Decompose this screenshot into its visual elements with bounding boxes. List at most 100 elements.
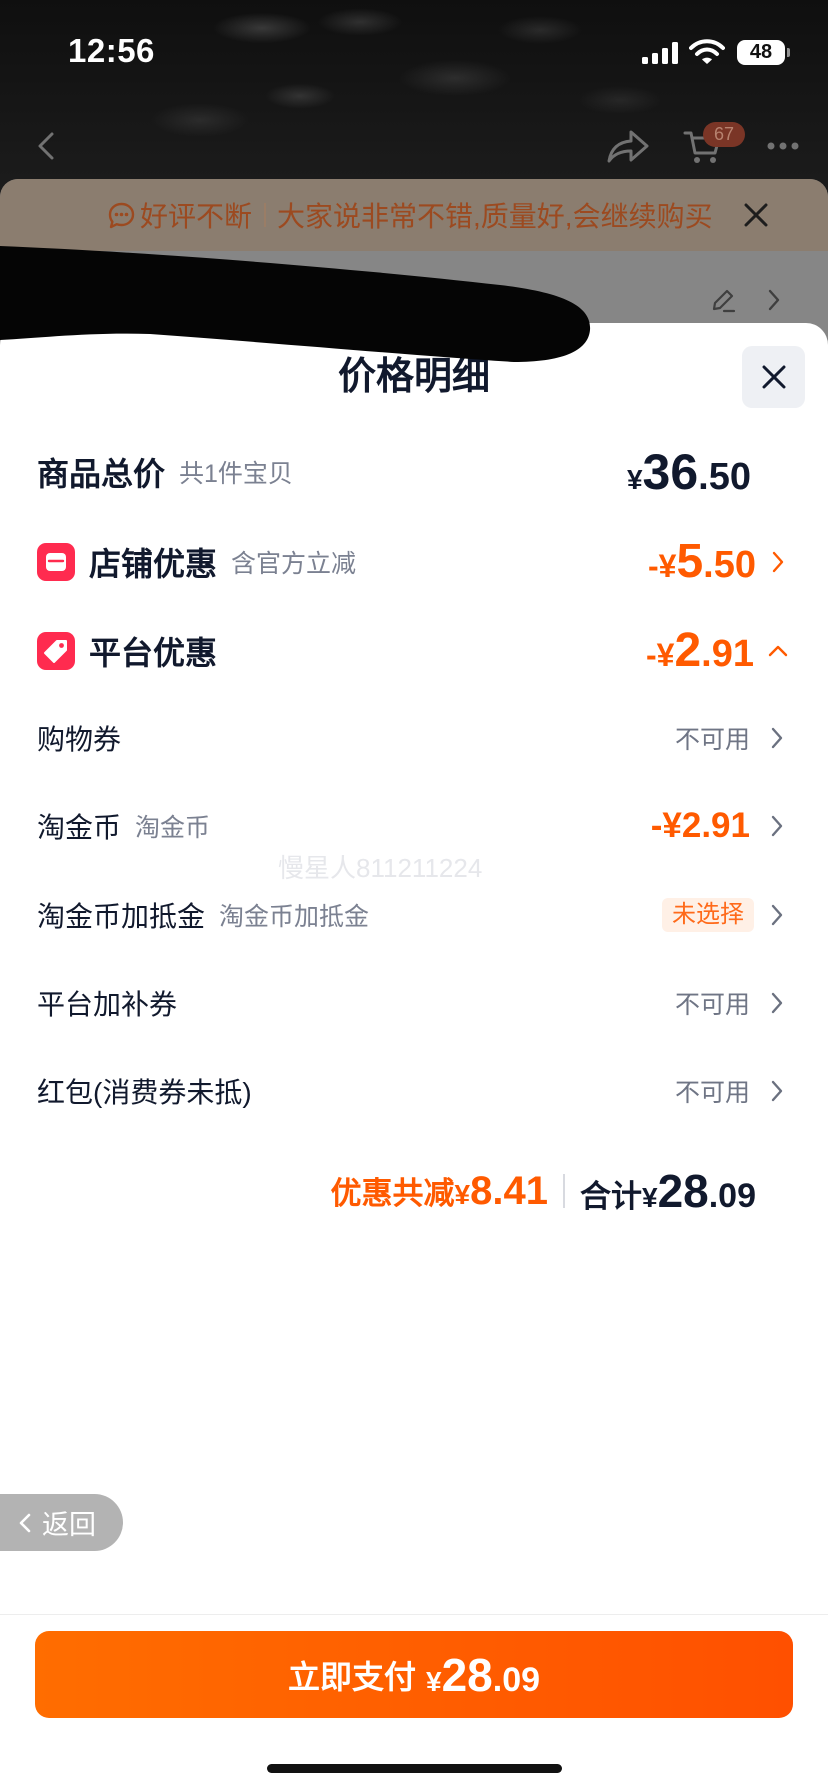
platform-item-tao-coin-credit[interactable]: 淘金币加抵金 淘金币加抵金 未选择 — [0, 883, 828, 947]
back-icon[interactable] — [36, 131, 56, 161]
pay-now-integer: 28 — [441, 1648, 493, 1701]
goods-total-row: 商品总价 共1件宝贝 ¥ 36 .50 — [0, 440, 828, 504]
grand-total-label: 合计 — [579, 1179, 642, 1214]
pay-now-currency: ¥ — [426, 1665, 442, 1697]
grand-total-integer: 28 — [657, 1165, 709, 1217]
platform-discount-right: -¥ 2 .91 — [646, 619, 754, 683]
chevron-right-icon — [771, 1080, 783, 1102]
back-pill-label: 返回 — [42, 1510, 96, 1540]
back-pill-button[interactable]: 返回 — [0, 1494, 123, 1551]
chevron-right-icon — [771, 815, 783, 837]
battery-nub — [787, 48, 790, 57]
store-discount-chevron — [772, 530, 784, 594]
review-banner-content: 好评不断 大家说非常不错,质量好,会继续购买 — [108, 179, 713, 251]
subsidy-coupon-chevron — [771, 971, 783, 1035]
red-packet-right: 不可用 — [675, 1059, 750, 1123]
grand-total-currency: ¥ — [641, 1182, 658, 1213]
goods-total-left: 商品总价 共1件宝贝 — [37, 440, 293, 504]
chevron-up-icon — [768, 645, 788, 657]
goods-total-integer: 36 — [642, 444, 699, 500]
watermark-text: 慢星人811211224 — [278, 853, 483, 883]
platform-discount-decimal: .91 — [701, 633, 754, 675]
tao-coins-right: -¥2.91 — [651, 794, 750, 858]
chevron-right-icon — [772, 551, 784, 573]
platform-item-shopping-coupon[interactable]: 购物券 不可用 — [0, 706, 828, 770]
tao-coins-label: 淘金币 — [37, 812, 122, 843]
goods-total-decimal: .50 — [698, 456, 751, 498]
chevron-right-icon — [771, 727, 783, 749]
pay-now-decimal: .09 — [492, 1660, 541, 1699]
battery-icon: 48 — [737, 40, 785, 65]
chevron-left-icon — [19, 1513, 31, 1532]
review-banner-tag: 好评不断 — [140, 201, 253, 232]
tao-coins-note: 淘金币 — [135, 814, 211, 842]
shopping-coupon-right: 不可用 — [675, 706, 750, 770]
goods-total-label: 商品总价 — [37, 456, 166, 492]
tao-coin-credit-left: 淘金币加抵金 淘金币加抵金 — [37, 883, 369, 947]
store-discount-label: 店铺优惠 — [89, 546, 218, 582]
price-detail-sheet: 价格明细 商品总价 共1件宝贝 ¥ 36 .50 店铺优惠 含官方立减 -¥ 5… — [0, 323, 828, 1792]
home-indicator[interactable] — [267, 1764, 562, 1773]
sheet-title: 价格明细 — [337, 356, 490, 398]
tag-icon — [37, 632, 75, 670]
red-packet-value: 不可用 — [674, 1079, 750, 1107]
shopping-coupon-value: 不可用 — [674, 726, 750, 754]
cellular-signal-icon — [642, 42, 678, 64]
shop-icon — [37, 543, 75, 581]
chevron-right-icon[interactable] — [768, 289, 780, 311]
edit-icon[interactable] — [710, 287, 736, 313]
footer-divider — [0, 1614, 828, 1615]
banner-close-icon[interactable] — [743, 202, 769, 228]
platform-discount-label: 平台优惠 — [89, 635, 218, 671]
price-summary: 优惠共减 ¥ 8.41 合计 ¥ 28 .09 — [331, 1159, 756, 1223]
tao-coins-left: 淘金币 淘金币 — [37, 794, 210, 858]
platform-discount-chevron — [768, 619, 788, 683]
grand-total: 合计 ¥ 28 .09 — [580, 1168, 756, 1214]
platform-item-subsidy-coupon[interactable]: 平台加补券 不可用 — [0, 971, 828, 1035]
goods-total-right: ¥ 36 .50 — [627, 440, 751, 504]
grand-total-decimal: .09 — [708, 1177, 756, 1215]
red-packet-label: 红包(消费券未抵) — [37, 1077, 252, 1108]
shopping-coupon-label: 购物券 — [37, 724, 122, 755]
chevron-right-icon — [771, 992, 783, 1014]
platform-item-red-packet[interactable]: 红包(消费券未抵) 不可用 — [0, 1059, 828, 1123]
store-discount-amount: -¥ 5 .50 — [648, 538, 756, 586]
review-banner[interactable]: 好评不断 大家说非常不错,质量好,会继续购买 — [0, 179, 828, 251]
subsidy-coupon-left: 平台加补券 — [37, 971, 177, 1035]
discount-total-amount: 8.41 — [470, 1169, 548, 1213]
platform-discount-prefix: -¥ — [646, 637, 675, 673]
close-button[interactable] — [742, 346, 805, 408]
goods-total-price: ¥ 36 .50 — [627, 447, 751, 497]
platform-discount-integer: 2 — [674, 624, 702, 677]
share-icon[interactable] — [607, 128, 649, 164]
status-bar: 12:56 48 — [0, 0, 828, 100]
pay-now-label: 立即支付 — [287, 1658, 416, 1695]
store-discount-prefix: -¥ — [648, 548, 677, 584]
chevron-right-icon — [771, 904, 783, 926]
pay-now-button[interactable]: 立即支付 ¥ 28 .09 — [35, 1631, 793, 1718]
shopping-coupon-chevron — [771, 706, 783, 770]
store-discount-row[interactable]: 店铺优惠 含官方立减 -¥ 5 .50 — [0, 530, 828, 594]
tao-coin-credit-label: 淘金币加抵金 — [37, 901, 206, 932]
battery-level: 48 — [749, 41, 773, 63]
tao-coin-credit-chevron — [771, 883, 783, 947]
subsidy-coupon-value: 不可用 — [674, 991, 750, 1019]
more-icon[interactable] — [766, 141, 800, 151]
review-banner-text: 大家说非常不错,质量好,会继续购买 — [277, 201, 713, 232]
store-discount-decimal: .50 — [703, 544, 756, 586]
shopping-coupon-left: 购物券 — [37, 706, 121, 770]
discount-total-currency: ¥ — [454, 1179, 471, 1210]
tao-coins-value: -¥2.91 — [650, 806, 750, 845]
store-discount-right: -¥ 5 .50 — [648, 530, 756, 594]
not-selected-badge[interactable]: 未选择 — [662, 898, 754, 932]
subsidy-coupon-label: 平台加补券 — [37, 989, 178, 1020]
store-discount-integer: 5 — [676, 535, 704, 588]
discount-total-label: 优惠共减 — [330, 1176, 455, 1211]
subsidy-coupon-right: 不可用 — [675, 971, 750, 1035]
platform-discount-amount: -¥ 2 .91 — [646, 627, 754, 675]
status-time: 12:56 — [68, 32, 155, 69]
close-icon — [762, 365, 785, 389]
wifi-icon — [689, 39, 725, 64]
chat-bubble-icon — [108, 202, 135, 228]
platform-discount-row[interactable]: 平台优惠 -¥ 2 .91 — [0, 619, 828, 683]
